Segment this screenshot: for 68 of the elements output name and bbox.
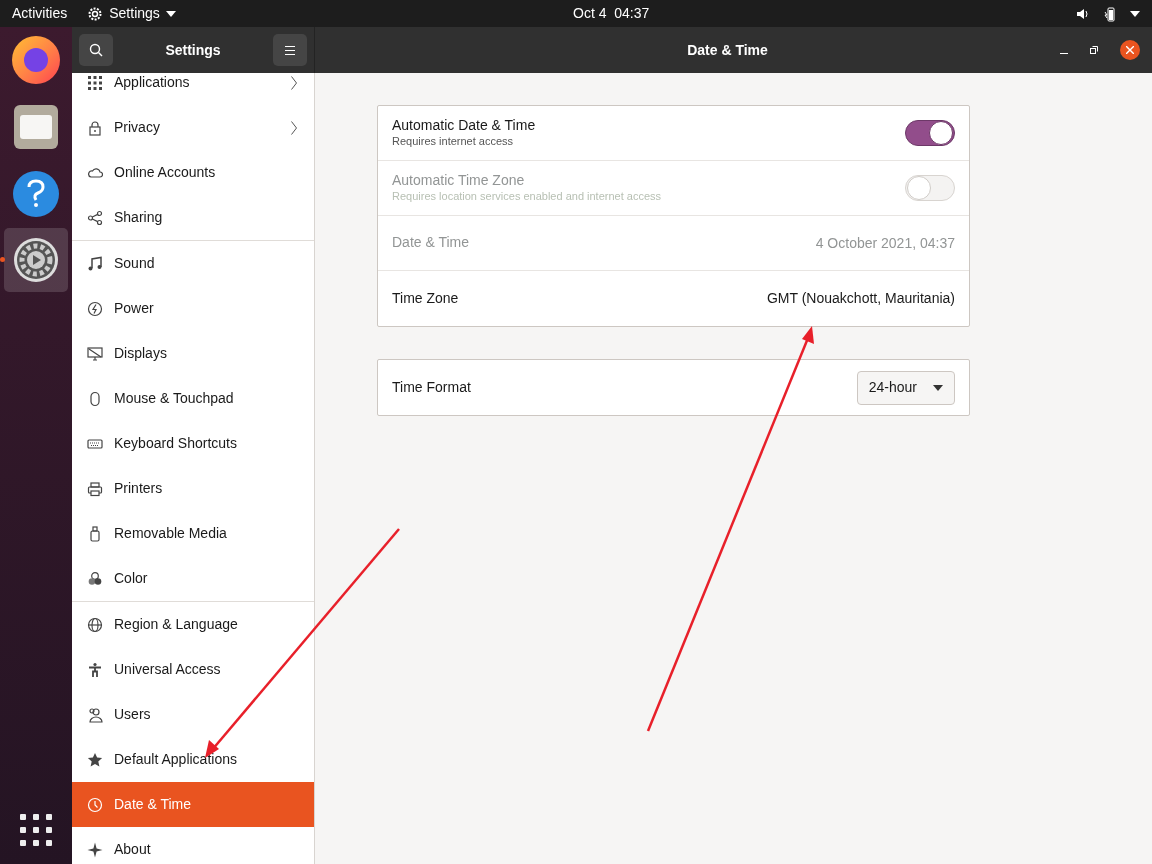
lock-icon <box>87 119 103 136</box>
monitor-icon <box>87 345 103 362</box>
toggle-switch[interactable] <box>905 120 955 146</box>
sidebar-item[interactable]: Applications <box>72 73 314 105</box>
app-grid-icon[interactable] <box>20 814 52 846</box>
sidebar-item[interactable]: Online Accounts <box>72 150 314 195</box>
sidebar-item[interactable]: Universal Access <box>72 647 314 692</box>
users-icon <box>87 706 103 723</box>
caret-icon <box>933 384 943 391</box>
time-format-dropdown[interactable]: 24-hour <box>856 370 955 405</box>
sidebar-item[interactable]: Mouse & Touchpad <box>72 376 314 421</box>
row-title: Time Zone <box>392 289 460 308</box>
row-title: Date & Time <box>392 234 471 252</box>
search-button[interactable] <box>79 34 113 66</box>
sidebar-item[interactable]: Sound <box>72 241 314 286</box>
sparkle-icon <box>87 841 103 858</box>
close-icon <box>1126 46 1134 54</box>
dots-grid-icon <box>87 74 103 91</box>
sidebar-item[interactable]: Default Applications <box>72 737 314 782</box>
settings-icon[interactable] <box>13 237 59 283</box>
browser-icon[interactable] <box>12 36 60 84</box>
clock[interactable]: Oct 4 04:37 <box>573 3 650 24</box>
sidebar-item[interactable]: Keyboard Shortcuts <box>72 421 314 466</box>
share-icon <box>87 209 103 226</box>
restore-icon[interactable] <box>1090 46 1098 54</box>
star-icon <box>87 751 103 768</box>
sidebar-item[interactable]: Power <box>72 286 314 331</box>
row-subtitle: Requires internet access <box>392 134 515 149</box>
person-icon <box>87 661 103 678</box>
sidebar-item[interactable]: Printers <box>72 466 314 511</box>
clock-icon <box>87 796 103 813</box>
music-note-icon <box>87 255 103 272</box>
row-subtitle: Requires location services enabled and internet access <box>392 189 663 204</box>
mouse-icon <box>87 390 103 407</box>
row-title: Automatic Time Zone <box>392 172 526 190</box>
sidebar-item[interactable]: About <box>72 827 314 864</box>
globe-icon <box>87 616 103 633</box>
row-title: Time Format <box>392 378 472 397</box>
folder-icon[interactable] <box>14 105 58 149</box>
power-icon <box>87 300 103 317</box>
sidebar-item[interactable]: Removable Media <box>72 511 314 556</box>
sidebar-item[interactable]: Date & Time <box>72 782 314 827</box>
menu-button[interactable] <box>273 34 307 66</box>
volume-icon[interactable] <box>1076 6 1090 21</box>
help-icon[interactable] <box>13 171 59 217</box>
row-value: GMT (Nouakchott, Mauritania) <box>766 289 955 308</box>
sidebar-item[interactable]: Users <box>72 692 314 737</box>
row-title: Automatic Date & Time <box>392 117 537 135</box>
battery-icon[interactable] <box>1102 5 1118 22</box>
sidebar-item[interactable]: Region & Language <box>72 602 314 647</box>
caret-icon[interactable] <box>1130 10 1140 17</box>
sidebar-item[interactable]: Color <box>72 556 314 601</box>
activities-button[interactable]: Activities <box>12 3 68 24</box>
row-value: 4 October 2021, 04:37 <box>815 233 955 253</box>
window-title: Date & Time <box>686 40 769 60</box>
gear-icon <box>87 5 104 22</box>
printer-icon <box>87 480 103 497</box>
search-icon <box>89 43 103 57</box>
menu-icon <box>285 45 295 55</box>
sidebar-item[interactable]: Displays <box>72 331 314 376</box>
sidebar-title: Settings <box>164 40 222 60</box>
color-circles-icon <box>87 570 103 587</box>
close-button[interactable] <box>1120 40 1140 60</box>
caret-icon <box>165 10 176 17</box>
usb-drive-icon <box>87 525 103 542</box>
sidebar-item[interactable]: Privacy <box>72 105 314 150</box>
app-menu[interactable]: Settings <box>87 3 176 24</box>
sidebar-item[interactable]: Sharing <box>72 195 314 240</box>
